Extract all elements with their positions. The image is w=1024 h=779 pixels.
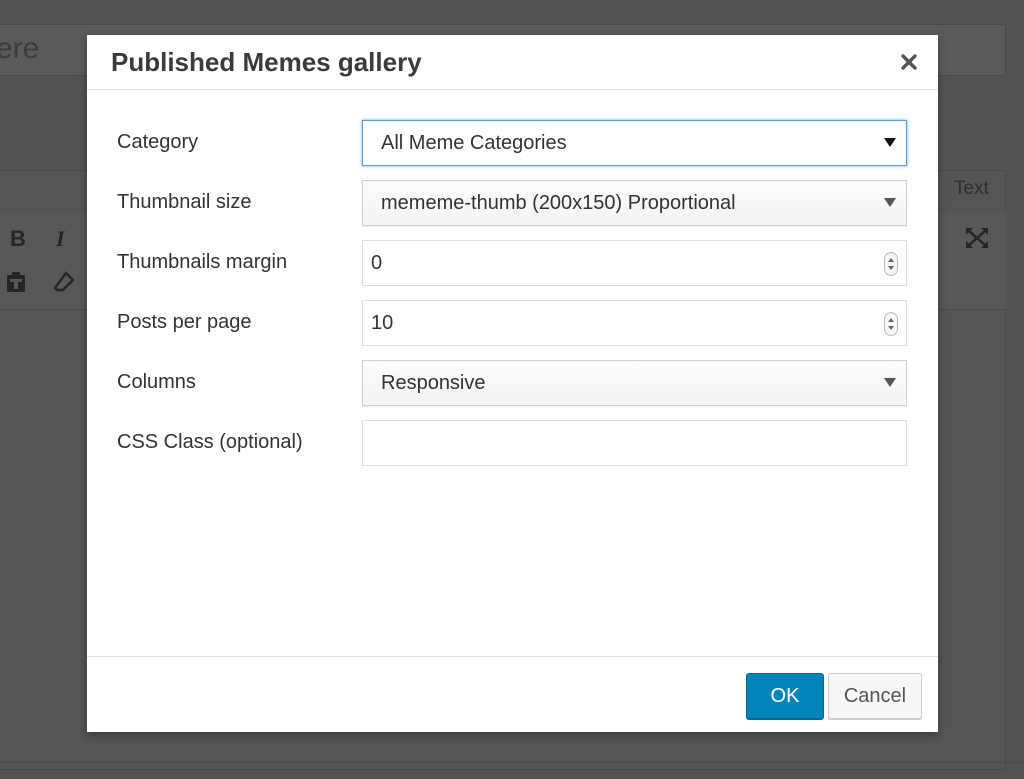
posts-per-page-label: Posts per page [117, 311, 252, 333]
editor-footer-divider [0, 762, 1024, 763]
cancel-button[interactable]: Cancel [828, 673, 922, 719]
dialog-title: Published Memes gallery [111, 47, 422, 77]
close-button[interactable] [894, 47, 924, 77]
posts-per-page-value: 10 [371, 312, 394, 334]
thumbnail-size-row: Thumbnail size mememe-thumb (200x150) Pr… [87, 180, 938, 226]
eraser-icon [53, 271, 75, 292]
columns-row: Columns Responsive [87, 360, 938, 406]
bold-button: B [10, 226, 26, 251]
css-class-row: CSS Class (optional) [87, 420, 938, 466]
chevron-down-icon [884, 138, 896, 147]
columns-label: Columns [117, 371, 196, 393]
post-title-text: ere [0, 32, 40, 65]
text-tab: Text [954, 178, 989, 199]
columns-value: Responsive [381, 372, 486, 394]
thumbnails-margin-label: Thumbnails margin [117, 251, 288, 273]
posts-per-page-row: Posts per page 10 [87, 300, 938, 346]
close-icon [901, 54, 917, 70]
ok-button[interactable]: OK [746, 673, 824, 719]
css-class-input[interactable] [362, 420, 907, 466]
thumbnail-size-select[interactable]: mememe-thumb (200x150) Proportional [362, 180, 907, 226]
thumbnail-size-label: Thumbnail size [117, 191, 252, 213]
category-select[interactable]: All Meme Categories [362, 120, 907, 166]
italic-button: I [56, 226, 65, 251]
number-stepper-icon[interactable] [884, 312, 898, 336]
dialog-footer: OK Cancel [87, 656, 938, 732]
thumbnails-margin-row: Thumbnails margin 0 [87, 240, 938, 286]
fullscreen-icon [966, 228, 988, 248]
category-label: Category [117, 131, 199, 153]
css-class-label: CSS Class (optional) [117, 431, 303, 453]
thumbnails-margin-input[interactable]: 0 [362, 240, 907, 286]
columns-select[interactable]: Responsive [362, 360, 907, 406]
thumbnails-margin-value: 0 [371, 252, 383, 274]
thumbnail-size-value: mememe-thumb (200x150) Proportional [381, 192, 736, 214]
category-value: All Meme Categories [381, 132, 567, 154]
chevron-down-icon [884, 378, 896, 387]
number-stepper-icon[interactable] [884, 252, 898, 276]
paste-text-icon [7, 272, 25, 292]
posts-per-page-input[interactable]: 10 [362, 300, 907, 346]
category-row: Category All Meme Categories [87, 120, 938, 166]
gallery-dialog: Published Memes gallery Category All Mem… [87, 35, 938, 732]
chevron-down-icon [884, 198, 896, 207]
dialog-header: Published Memes gallery [87, 35, 938, 90]
